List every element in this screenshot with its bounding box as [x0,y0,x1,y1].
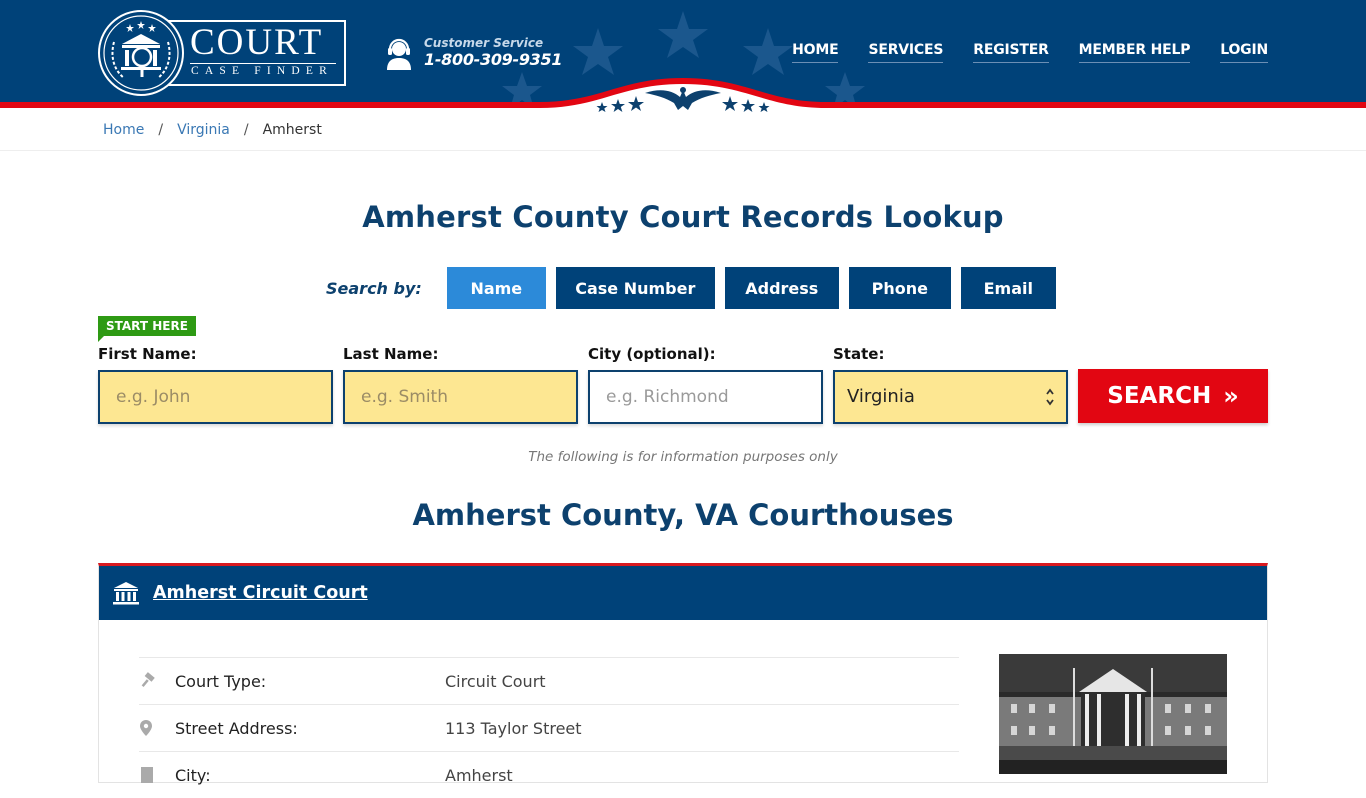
tab-email[interactable]: Email [960,267,1056,309]
court-card: Amherst Circuit Court Court Type: Circui… [98,563,1268,785]
nav-home[interactable]: HOME [792,42,839,63]
court-card-header: Amherst Circuit Court [99,566,1267,620]
detail-row: Street Address: 113 Taylor Street [139,704,959,751]
state-group: State: Virginia [833,344,1068,424]
court-details: Court Type: Circuit Court Street Address… [139,657,959,798]
courthouses-title: Amherst County, VA Courthouses [412,498,954,532]
courthouse-magnifier-icon [103,15,179,91]
city-label: City (optional): [588,345,716,363]
last-name-input[interactable]: e.g. Smith [343,370,578,424]
double-chevron-right-icon: » [1223,382,1239,410]
tab-address[interactable]: Address [724,267,839,309]
detail-row: Court Type: Circuit Court [139,657,959,704]
detail-value: Amherst [445,765,513,785]
courthouse-photo-image [999,654,1227,774]
map-pin-icon [140,720,152,736]
first-name-group: First Name: e.g. John [98,344,333,424]
city-group: City (optional): e.g. Richmond [588,344,823,424]
breadcrumb-separator: / [243,122,249,138]
building-icon [141,767,153,783]
breadcrumb: Home / Virginia / Amherst [103,122,322,138]
first-name-input[interactable]: e.g. John [98,370,333,424]
detail-key: Street Address: [175,718,298,738]
logo-emblem [98,10,184,96]
headset-support-icon [387,38,411,70]
court-name-link[interactable]: Amherst Circuit Court [153,583,368,603]
nav-register[interactable]: REGISTER [973,42,1049,63]
customer-service-phone[interactable]: 1-800-309-9351 [424,50,562,69]
start-here-badge: START HERE [98,316,196,342]
courthouse-photo [999,654,1227,774]
page-title: Amherst County Court Records Lookup [362,200,1004,234]
search-button-label: SEARCH [1107,383,1212,409]
courthouse-icon [113,582,139,605]
search-by-label: Search by: [326,278,422,298]
breadcrumb-home[interactable]: Home [103,122,144,138]
site-header: COURT CASE FINDER Customer Service 1-800… [0,0,1366,112]
breadcrumb-current: Amherst [262,122,322,138]
state-select[interactable]: Virginia [833,370,1068,424]
detail-key: Court Type: [175,671,267,691]
detail-value: 113 Taylor Street [445,718,582,738]
bg-star-icon [743,28,793,75]
last-name-label: Last Name: [343,345,439,363]
breadcrumb-separator: / [158,122,164,138]
detail-row: City: Amherst [139,751,959,798]
disclaimer-text: The following is for information purpose… [528,449,838,465]
last-name-group: Last Name: e.g. Smith [343,344,578,424]
nav-services[interactable]: SERVICES [868,42,943,63]
breadcrumb-virginia[interactable]: Virginia [177,122,230,138]
search-button[interactable]: SEARCH » [1078,369,1268,423]
nav-member-help[interactable]: MEMBER HELP [1078,42,1190,63]
site-logo[interactable]: COURT CASE FINDER [98,9,348,96]
logo-title: COURT [190,22,324,63]
nav-login[interactable]: LOGIN [1220,42,1268,63]
state-label: State: [833,345,885,363]
search-by-tabs: Search by: Name Case Number Address Phon… [326,267,1066,309]
detail-key: City: [175,765,211,785]
detail-value: Circuit Court [445,671,546,691]
main-nav: HOME SERVICES REGISTER MEMBER HELP LOGIN [792,42,1268,63]
tab-phone[interactable]: Phone [848,267,951,309]
logo-subtitle: CASE FINDER [191,65,334,77]
city-input[interactable]: e.g. Richmond [588,370,823,424]
first-name-label: First Name: [98,345,197,363]
bg-star-icon [573,28,623,75]
select-updown-icon [1046,388,1054,406]
tab-case-number[interactable]: Case Number [555,267,715,309]
gavel-icon [141,672,155,688]
bg-star-icon [658,11,708,58]
customer-service-label: Customer Service [424,36,544,50]
tab-name[interactable]: Name [446,267,546,309]
breadcrumb-divider [0,150,1366,151]
state-selected-value: Virginia [847,386,915,407]
logo-divider [190,63,336,64]
